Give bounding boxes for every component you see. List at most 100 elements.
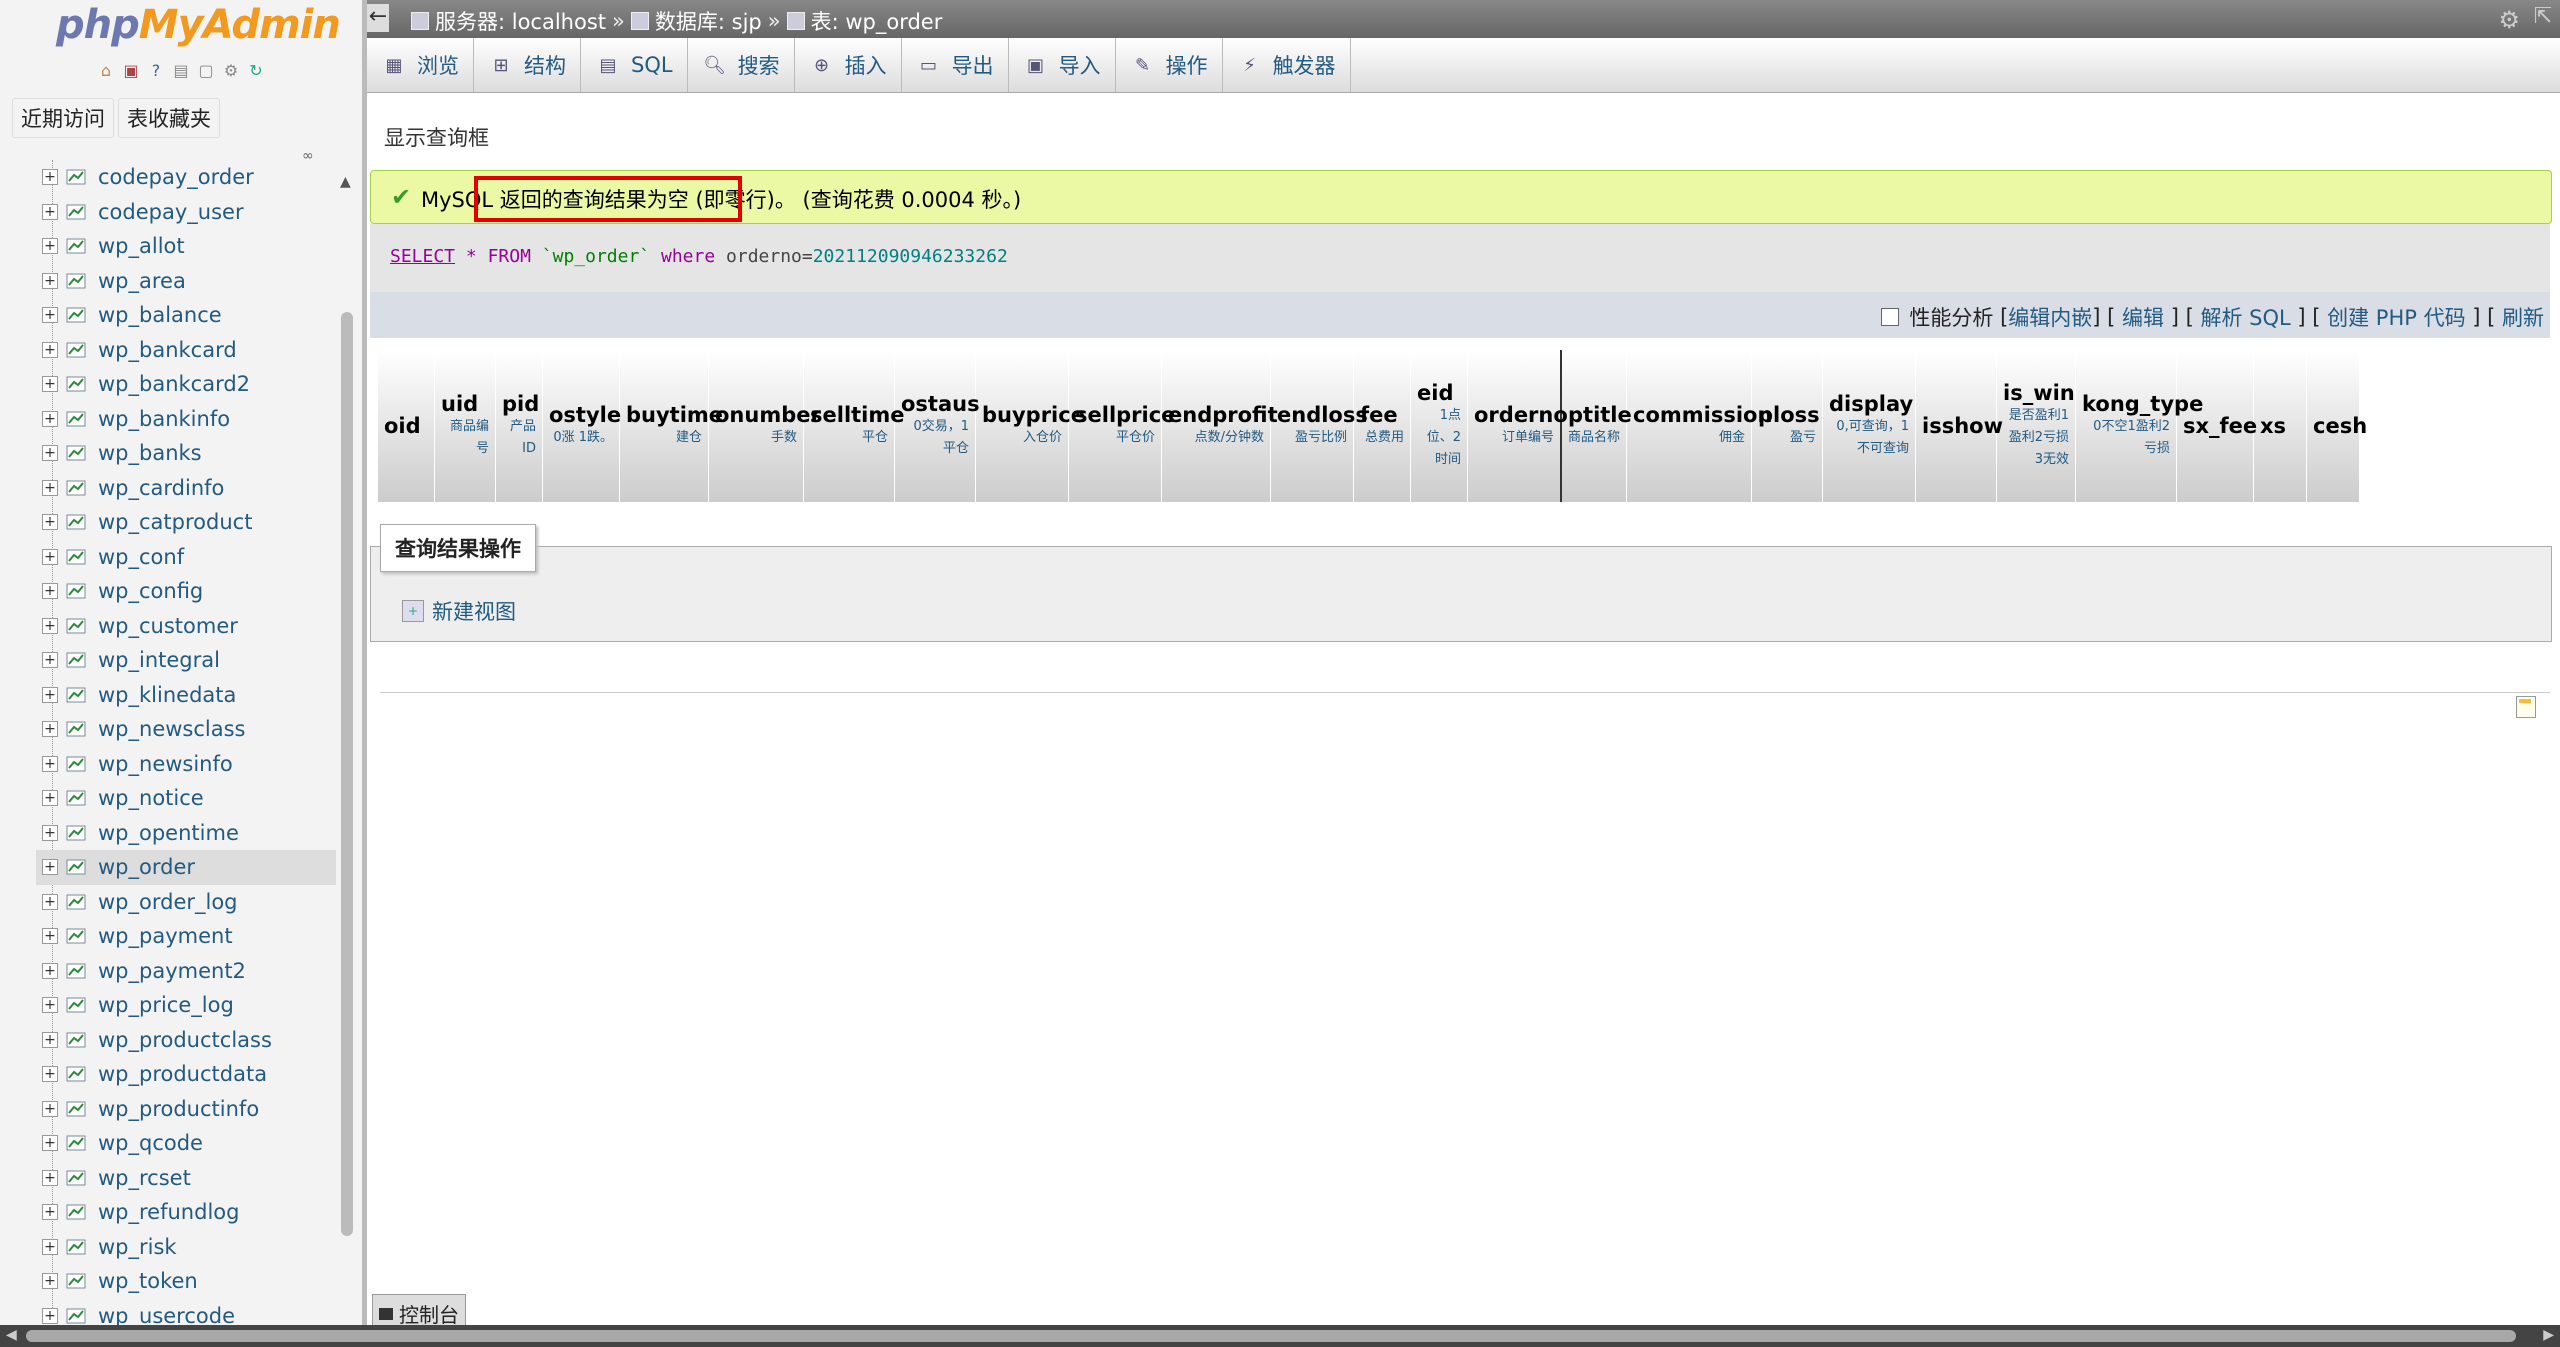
sidebar-table-name[interactable]: wp_order [98,855,195,879]
table-icon[interactable] [66,1307,86,1325]
column-name[interactable]: is_win [2003,381,2075,405]
column-header-pid[interactable]: pid 产品ID [496,350,543,502]
expand-icon[interactable]: + [42,445,58,462]
column-header-selltime[interactable]: selltime 平仓 [804,350,905,502]
column-name[interactable]: endloss [1277,403,1368,427]
expand-icon[interactable]: + [42,1169,58,1186]
show-query-box-link[interactable]: 显示查询框 [384,122,489,152]
sidebar-table-wp_refundlog[interactable]: + wp_refundlog [36,1195,336,1230]
sidebar-table-name[interactable]: codepay_order [98,165,254,189]
table-icon[interactable] [66,1100,86,1118]
logout-icon[interactable]: ▣ [121,60,141,80]
scroll-right-icon[interactable]: ▶ [2543,1327,2554,1343]
column-name[interactable]: pid [502,392,539,416]
help-icon[interactable]: ? [146,60,166,80]
column-name[interactable]: ostaus [901,392,980,416]
table-icon[interactable] [66,582,86,600]
column-name[interactable]: kong_type [2082,392,2203,416]
table-icon[interactable] [66,410,86,428]
expand-icon[interactable]: + [42,1066,58,1083]
column-name[interactable]: ploss [1758,403,1820,427]
sidebar-table-name[interactable]: wp_bankcard2 [98,372,250,396]
expand-icon[interactable]: + [42,652,58,669]
column-name[interactable]: commission [1633,403,1772,427]
column-header-xs[interactable]: xs [2254,350,2307,502]
column-header-ostaus[interactable]: ostaus 0交易，1平仓 [895,350,980,502]
breadcrumb-table[interactable]: 表: wp_order [811,6,943,36]
column-header-buytime[interactable]: buytime 建仓 [620,350,723,502]
expand-icon[interactable]: + [42,1100,58,1117]
sidebar-table-wp_opentime[interactable]: + wp_opentime [36,816,336,851]
breadcrumb-server[interactable]: 服务器: localhost [435,6,606,36]
table-icon[interactable] [66,755,86,773]
link-icon[interactable]: ∞ [302,148,326,164]
table-icon[interactable] [66,824,86,842]
table-icon[interactable] [66,617,86,635]
sidebar-table-name[interactable]: wp_payment [98,924,233,948]
column-name[interactable]: sellprice [1075,403,1175,427]
column-name[interactable]: xs [2260,414,2300,438]
expand-icon[interactable]: + [42,479,58,496]
favorites-tab[interactable]: 表收藏夹 [118,98,220,138]
sidebar-table-name[interactable]: wp_cardinfo [98,476,224,500]
expand-icon[interactable]: + [42,962,58,979]
expand-icon[interactable]: + [42,686,58,703]
tab-sql[interactable]: ▤ SQL [581,38,688,92]
collapse-nav-icon[interactable]: ← [367,4,389,32]
table-icon[interactable] [66,1272,86,1290]
table-icon[interactable] [66,444,86,462]
sidebar-table-name[interactable]: wp_klinedata [98,683,236,707]
copy-icon[interactable]: ▢ [196,60,216,80]
table-icon[interactable] [66,513,86,531]
expand-icon[interactable]: + [42,514,58,531]
table-icon[interactable] [66,341,86,359]
table-icon[interactable] [66,1238,86,1256]
expand-icon[interactable]: + [42,824,58,841]
table-icon[interactable] [66,237,86,255]
table-icon[interactable] [66,1134,86,1152]
expand-icon[interactable]: + [42,1307,58,1324]
sidebar-table-name[interactable]: wp_customer [98,614,238,638]
column-header-oid[interactable]: oid [378,350,435,502]
scroll-up-icon[interactable]: ▲ [340,174,351,190]
sidebar-table-wp_bankcard2[interactable]: + wp_bankcard2 [36,367,336,402]
column-name[interactable]: ostyle [549,403,621,427]
column-header-display[interactable]: display 0,可查询，1不可查询 [1823,350,1916,502]
recent-tab[interactable]: 近期访问 [12,98,114,138]
sidebar-table-wp_config[interactable]: + wp_config [36,574,336,609]
table-icon[interactable] [66,479,86,497]
expand-icon[interactable]: + [42,376,58,393]
edit-inline-link[interactable]: 编辑内嵌 [2008,302,2092,332]
column-header-uid[interactable]: uid 商品编号 [435,350,496,502]
create-view-link[interactable]: + 新建视图 [402,596,516,626]
sidebar-table-name[interactable]: wp_payment2 [98,959,246,983]
sidebar-table-name[interactable]: wp_price_log [98,993,234,1017]
expand-icon[interactable]: + [42,617,58,634]
column-name[interactable]: oid [384,414,428,438]
column-header-ostyle[interactable]: ostyle 0涨 1跌。 [543,350,621,502]
sidebar-table-name[interactable]: wp_order_log [98,890,238,914]
table-icon[interactable] [66,1031,86,1049]
sidebar-table-wp_risk[interactable]: + wp_risk [36,1230,336,1265]
sidebar-table-wp_bankinfo[interactable]: + wp_bankinfo [36,402,336,437]
sidebar-table-name[interactable]: wp_usercode [98,1304,235,1325]
sidebar-table-wp_productinfo[interactable]: + wp_productinfo [36,1092,336,1127]
expand-icon[interactable]: + [42,755,58,772]
column-header-orderno[interactable]: orderno 订单编号 [1468,350,1568,502]
create-view-label[interactable]: 新建视图 [432,596,516,626]
column-name[interactable]: endprofit [1168,403,1278,427]
sidebar-table-wp_integral[interactable]: + wp_integral [36,643,336,678]
sidebar-table-wp_usercode[interactable]: + wp_usercode [36,1299,336,1325]
sidebar-table-wp_payment2[interactable]: + wp_payment2 [36,954,336,989]
tab-operations[interactable]: ✎ 操作 [1116,38,1223,92]
column-name[interactable]: fee [1360,403,1404,427]
expand-icon[interactable]: + [42,548,58,565]
sidebar-table-name[interactable]: wp_banks [98,441,202,465]
sidebar-table-name[interactable]: wp_risk [98,1235,177,1259]
sidebar-table-name[interactable]: wp_productinfo [98,1097,259,1121]
table-icon[interactable] [66,1203,86,1221]
table-icon[interactable] [66,893,86,911]
sidebar-table-name[interactable]: wp_productclass [98,1028,272,1052]
sidebar-table-wp_price_log[interactable]: + wp_price_log [36,988,336,1023]
column-header-fee[interactable]: fee 总费用 [1354,350,1411,502]
